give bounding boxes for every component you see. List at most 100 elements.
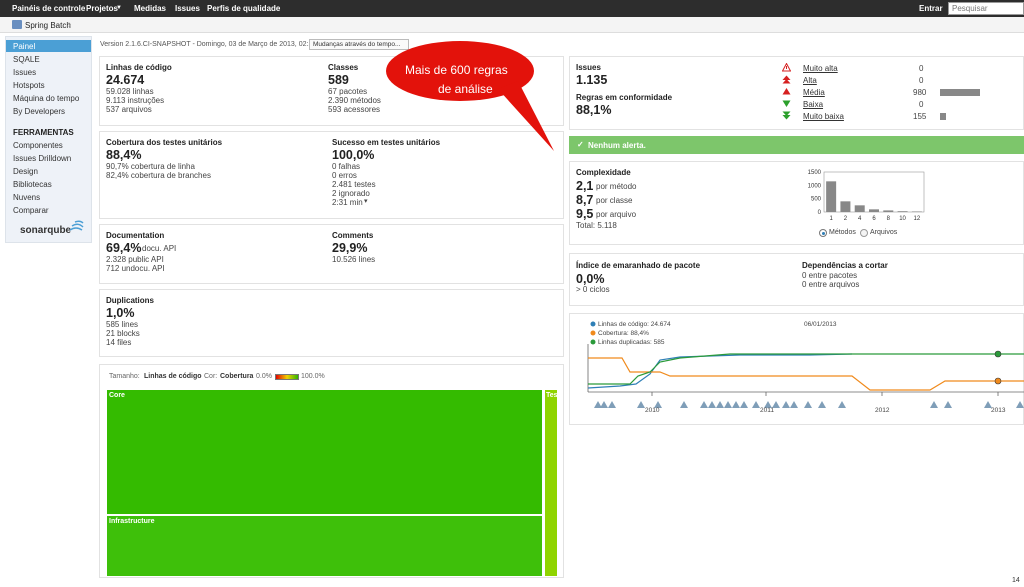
loc-files[interactable]: 537 arquivos: [106, 105, 152, 114]
duplicated-lines[interactable]: 585 lines: [106, 320, 138, 329]
loc-statements[interactable]: 9.113 instruções: [106, 96, 164, 105]
nav-dashboards[interactable]: Painéis de controle: [12, 4, 85, 13]
complexity-panel: Complexidade 2,1 por método 8,7 por clas…: [569, 161, 1024, 245]
public-api[interactable]: 2.328 public API: [106, 255, 164, 264]
success-value[interactable]: 100,0%: [332, 148, 374, 162]
sidebar-item-design[interactable]: Design: [13, 167, 38, 176]
documentation-suffix: docu. API: [142, 244, 177, 253]
classes-accessors[interactable]: 593 acessores: [328, 105, 380, 114]
severity-major-count: 980: [913, 88, 927, 97]
loc-value[interactable]: 24.674: [106, 73, 144, 87]
complexity-x-tick: 4: [858, 216, 862, 222]
major-icon: [782, 88, 791, 95]
test-duration[interactable]: 2:31 min: [332, 198, 363, 207]
page-number: 14: [1012, 577, 1020, 584]
treemap-size-label: Tamanho:: [109, 373, 140, 380]
duplicated-blocks[interactable]: 21 blocks: [106, 329, 140, 338]
treemap-color-select[interactable]: Cobertura: [220, 373, 253, 380]
branch-coverage[interactable]: 82,4% cobertura de branches: [106, 171, 211, 180]
complexity-bar: [854, 205, 865, 212]
sidebar-item-by-developers[interactable]: By Developers: [13, 107, 65, 116]
tangle-panel: Índice de emaranhado de pacote 0,0% > 0 …: [569, 253, 1024, 306]
sidebar-item-issues[interactable]: Issues: [13, 68, 36, 77]
severity-blocker-link[interactable]: Muito alta: [803, 64, 838, 73]
breadcrumb-project[interactable]: Spring Batch: [25, 21, 71, 30]
blocker-icon: [782, 63, 791, 72]
sidebar-item-components[interactable]: Componentes: [13, 141, 63, 150]
complexity-x-tick: 1: [829, 216, 833, 222]
callout-line-2: de análise: [438, 82, 493, 96]
severity-info-link[interactable]: Muito baixa: [803, 112, 844, 121]
complexity-y-tick: 1500: [808, 170, 822, 176]
nav-measures[interactable]: Medidas: [134, 4, 166, 13]
sidebar-item-sqale[interactable]: SQALE: [13, 55, 40, 64]
sonar-wave-icon: [69, 220, 84, 231]
complexity-method-value[interactable]: 2,1: [576, 179, 593, 193]
treemap-cell-test[interactable]: Tes: [544, 389, 558, 577]
complexity-class-label: por classe: [596, 196, 633, 205]
treemap-color-label: Cor:: [204, 373, 218, 380]
chevron-down-icon[interactable]: ▼: [116, 5, 122, 11]
dependencies-between-packages[interactable]: 0 entre pacotes: [802, 271, 857, 280]
nav-projects[interactable]: Projetos: [86, 4, 118, 13]
sidebar-item-libraries[interactable]: Bibliotecas: [13, 180, 52, 189]
alert-text: Nenhum alerta.: [588, 141, 646, 150]
severity-critical-link[interactable]: Alta: [803, 76, 817, 85]
treemap-cell-infrastructure[interactable]: Infrastructure: [106, 515, 543, 577]
complexity-class-value[interactable]: 8,7: [576, 193, 593, 207]
comments-title: Comments: [332, 231, 374, 240]
critical-icon: [782, 75, 791, 84]
complexity-x-tick: 10: [899, 216, 906, 222]
test-failures[interactable]: 0 falhas: [332, 162, 360, 171]
classes-packages[interactable]: 67 pacotes: [328, 87, 367, 96]
duplications-value[interactable]: 1,0%: [106, 306, 135, 320]
sidebar-item-clouds[interactable]: Nuvens: [13, 193, 40, 202]
minor-icon: [782, 100, 791, 107]
duplications-title: Duplications: [106, 296, 155, 305]
severity-minor-link[interactable]: Baixa: [803, 100, 823, 109]
tangle-value[interactable]: 0,0%: [576, 272, 605, 286]
comment-lines[interactable]: 10.526 lines: [332, 255, 375, 264]
severity-major-bar: [940, 89, 980, 96]
test-errors[interactable]: 0 erros: [332, 171, 357, 180]
issues-value[interactable]: 1.135: [576, 73, 607, 87]
timeline-year-2013: 2013: [991, 407, 1006, 414]
classes-methods[interactable]: 2.390 métodos: [328, 96, 381, 105]
info-icon: [782, 111, 791, 120]
complexity-file-value[interactable]: 9,5: [576, 207, 593, 221]
nav-quality-profiles[interactable]: Perfis de qualidade: [207, 4, 280, 13]
treemap-scale-max: 100.0%: [301, 373, 325, 380]
radio-files[interactable]: [860, 229, 868, 237]
search-input[interactable]: Pesquisar: [948, 2, 1024, 15]
dependencies-between-files[interactable]: 0 entre arquivos: [802, 280, 859, 289]
documentation-value[interactable]: 69,4%: [106, 241, 141, 255]
radio-methods[interactable]: [819, 229, 827, 237]
severity-major-link[interactable]: Média: [803, 88, 825, 97]
tests-count[interactable]: 2.481 testes: [332, 180, 376, 189]
complexity-y-tick: 500: [811, 197, 822, 203]
sidebar-item-issues-drilldown[interactable]: Issues Drilldown: [13, 154, 71, 163]
loc-lines[interactable]: 59.028 linhas: [106, 87, 154, 96]
line-coverage[interactable]: 90,7% cobertura de linha: [106, 162, 195, 171]
classes-value[interactable]: 589: [328, 73, 349, 87]
check-icon: ✓: [577, 140, 584, 149]
complexity-total: Total: 5.118: [576, 221, 617, 230]
sidebar-item-compare[interactable]: Comparar: [13, 206, 49, 215]
comments-value[interactable]: 29,9%: [332, 241, 367, 255]
timeline-panel: Linhas de código: 24.674 Cobertura: 88,4…: [569, 313, 1024, 425]
treemap-size-select[interactable]: Linhas de código: [144, 373, 202, 380]
radio-files-label: Arquivos: [870, 229, 898, 236]
login-link[interactable]: Entrar: [919, 4, 943, 13]
nav-issues[interactable]: Issues: [175, 4, 200, 13]
tangle-cycles[interactable]: > 0 ciclos: [576, 285, 610, 294]
sidebar-item-hotspots[interactable]: Hotspots: [13, 81, 45, 90]
coverage-value[interactable]: 88,4%: [106, 148, 141, 162]
sidebar-item-dashboard[interactable]: Painel: [13, 42, 35, 51]
complexity-chart-frame: [823, 171, 925, 213]
duplicated-files[interactable]: 14 files: [106, 338, 131, 347]
treemap-cell-core-label: Core: [109, 392, 125, 399]
sidebar-item-time-machine[interactable]: Máquina do tempo: [13, 94, 79, 103]
compliance-value[interactable]: 88,1%: [576, 103, 611, 117]
undocumented-api[interactable]: 712 undocu. API: [106, 264, 165, 273]
treemap-cell-core[interactable]: Core: [106, 389, 543, 515]
